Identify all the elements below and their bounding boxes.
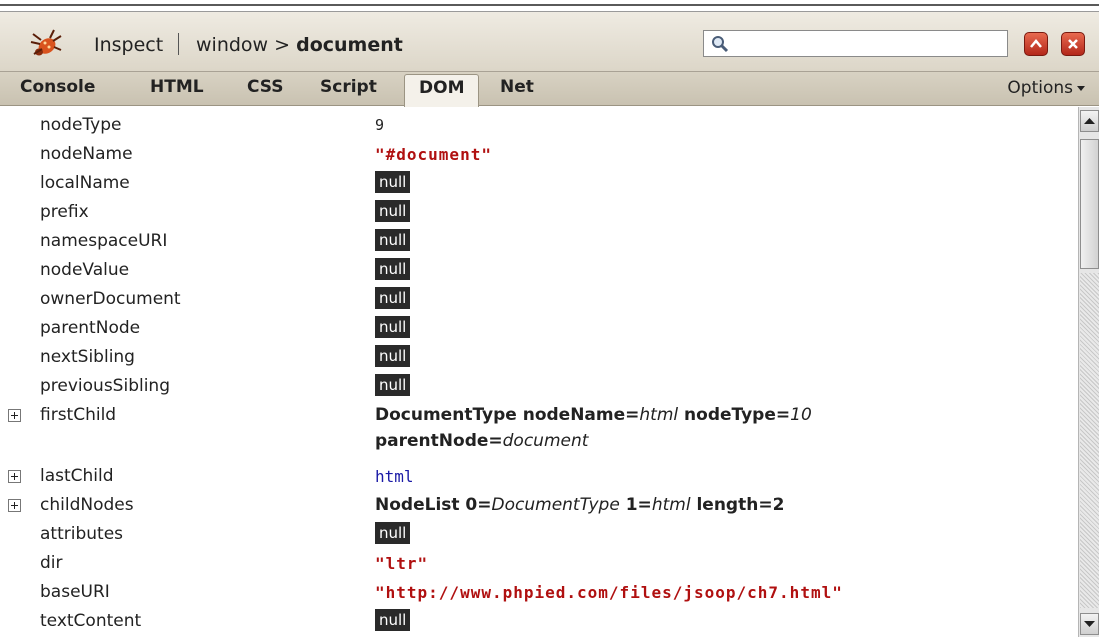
tab-console[interactable]: Console: [20, 77, 95, 97]
null-badge[interactable]: null: [375, 609, 411, 631]
tab-css[interactable]: CSS: [247, 77, 284, 97]
value-fragment: length=2: [690, 495, 785, 515]
property-name: baseURI: [40, 582, 110, 602]
tab-net[interactable]: Net: [500, 77, 534, 97]
inspect-button[interactable]: Inspect: [94, 34, 163, 56]
value-fragment: html: [639, 405, 679, 425]
property-name: lastChild: [40, 466, 114, 486]
null-badge[interactable]: null: [375, 200, 411, 222]
firebug-toolbar: Inspect window > document: [0, 12, 1099, 72]
property-name: nextSibling: [40, 347, 135, 367]
tab-html[interactable]: HTML: [150, 77, 204, 97]
close-icon: [1068, 39, 1078, 49]
value-fragment: NodeList 0=: [375, 495, 492, 515]
window-top-border: [0, 0, 1099, 12]
null-badge[interactable]: null: [375, 229, 411, 251]
property-value[interactable]: html: [375, 467, 414, 486]
property-name: firstChild: [40, 405, 117, 425]
breadcrumb-window[interactable]: window: [196, 34, 268, 56]
vertical-scrollbar[interactable]: [1078, 107, 1099, 637]
property-name: nodeValue: [40, 260, 130, 280]
property-value[interactable]: 9: [375, 116, 384, 134]
breadcrumb-document[interactable]: document: [296, 34, 403, 56]
property-value[interactable]: NodeList 0=DocumentType 1=html length=2: [375, 495, 784, 515]
arrow-up-icon: [1084, 118, 1095, 124]
null-badge[interactable]: null: [375, 171, 411, 193]
value-fragment: DocumentType nodeName=: [375, 405, 640, 425]
value-fragment: html: [651, 495, 691, 515]
scroll-up-arrow[interactable]: [1080, 110, 1099, 132]
search-icon: [712, 36, 729, 53]
property-value[interactable]: parentNode=document: [375, 431, 588, 451]
property-name: namespaceURI: [40, 231, 168, 251]
detach-button[interactable]: [1024, 32, 1048, 56]
null-badge[interactable]: null: [375, 316, 411, 338]
value-fragment: 10: [790, 405, 812, 425]
scroll-down-arrow[interactable]: [1080, 613, 1099, 635]
caret-down-icon: [1077, 85, 1085, 91]
tab-script[interactable]: Script: [320, 77, 377, 97]
close-button[interactable]: [1061, 32, 1085, 56]
property-name: previousSibling: [40, 376, 170, 396]
breadcrumb: window > document: [196, 34, 403, 56]
search-input[interactable]: [703, 30, 1008, 57]
property-name: attributes: [40, 524, 124, 544]
null-badge[interactable]: null: [375, 258, 411, 280]
value-fragment: nodeType=: [678, 405, 791, 425]
value-fragment: document: [502, 431, 589, 451]
options-label: Options: [1007, 78, 1073, 98]
scroll-thumb[interactable]: [1080, 139, 1099, 269]
property-name: nodeType: [40, 115, 122, 135]
property-name: childNodes: [40, 495, 134, 515]
null-badge[interactable]: null: [375, 345, 411, 367]
value-fragment: 1=: [619, 495, 652, 515]
expand-toggle-icon[interactable]: [8, 470, 21, 483]
toolbar-separator: [178, 33, 179, 55]
options-menu[interactable]: Options: [1007, 78, 1085, 98]
arrow-down-icon: [1084, 621, 1095, 627]
property-value[interactable]: DocumentType nodeName=html nodeType=10: [375, 405, 812, 425]
property-value[interactable]: "http://www.phpied.com/files/jsoop/ch7.h…: [375, 583, 843, 602]
property-name: nodeName: [40, 144, 133, 164]
null-badge[interactable]: null: [375, 374, 411, 396]
property-name: dir: [40, 553, 63, 573]
expand-toggle-icon[interactable]: [8, 499, 21, 512]
firebug-icon[interactable]: [28, 28, 62, 62]
null-badge[interactable]: null: [375, 522, 411, 544]
property-name: prefix: [40, 202, 89, 222]
chevron-up-icon: [1030, 39, 1042, 48]
property-value[interactable]: "#document": [375, 145, 492, 164]
expand-toggle-icon[interactable]: [8, 409, 21, 422]
property-value[interactable]: "ltr": [375, 554, 428, 573]
dom-property-list: nodeType 9 nodeName "#document" localName nul…: [0, 107, 1078, 637]
property-name: parentNode: [40, 318, 141, 338]
panel-tabs: Console HTML CSS Script DOM Net Options: [0, 72, 1099, 107]
value-fragment: parentNode=: [375, 431, 503, 451]
property-name: ownerDocument: [40, 289, 181, 309]
scroll-track[interactable]: [1080, 273, 1099, 608]
property-name: localName: [40, 173, 130, 193]
null-badge[interactable]: null: [375, 287, 411, 309]
property-name: textContent: [40, 611, 142, 631]
tab-dom[interactable]: DOM: [404, 74, 480, 107]
breadcrumb-separator: >: [274, 34, 291, 56]
value-fragment: DocumentType: [491, 495, 620, 515]
